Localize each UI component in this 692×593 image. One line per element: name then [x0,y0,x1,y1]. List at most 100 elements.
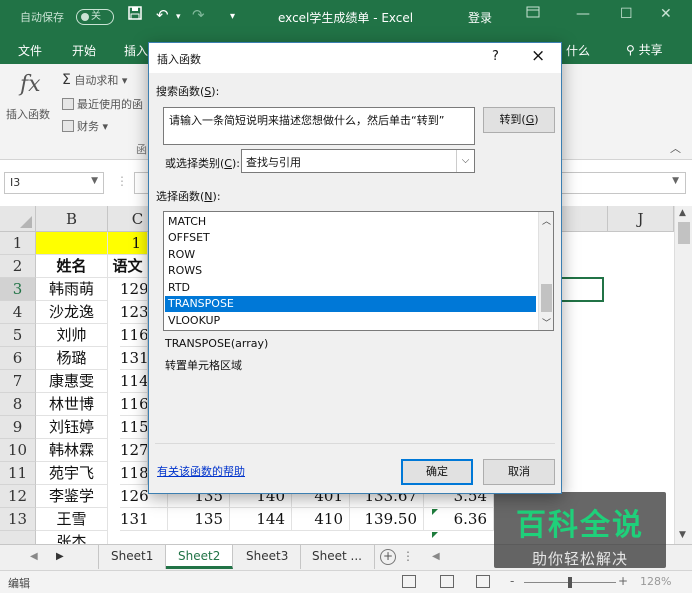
login-link[interactable]: 登录 [468,9,492,26]
undo-icon[interactable]: ↶ [156,6,169,24]
select-all-corner[interactable] [0,206,36,232]
cell-name[interactable]: 刘帅 [36,324,108,347]
cell-average[interactable]: 139.50 [350,508,424,531]
cell-score[interactable]: 123 [120,301,148,324]
cell-score[interactable]: 131 [120,508,168,531]
vertical-scrollbar[interactable]: ▲ ▼ [674,206,692,544]
cell-score[interactable]: 116 [120,393,148,416]
scroll-up-icon[interactable]: ▲ [679,208,686,218]
row-header[interactable]: 8 [0,393,36,416]
row-header[interactable]: 10 [0,439,36,462]
cell-score[interactable]: 144 [230,508,292,531]
goto-button[interactable]: 转到(G) [483,107,555,133]
cell-name-partial[interactable]: 张杰 [36,531,108,544]
cell-name[interactable]: 韩雨萌 [36,278,108,301]
ok-button[interactable]: 确定 [401,459,473,485]
cell-name[interactable]: 韩林霖 [36,439,108,462]
column-header-b[interactable]: B [36,206,108,232]
cell-score[interactable]: 118 [120,462,148,485]
function-item-match[interactable]: MATCH [165,214,536,230]
row-header[interactable]: 12 [0,485,36,508]
customize-icon[interactable]: ▾ [230,11,235,22]
row-header-selected[interactable]: 3 [0,278,36,301]
row-header[interactable] [0,531,36,544]
name-box[interactable]: I3 ▼ [4,172,104,194]
row-header[interactable]: 5 [0,324,36,347]
tab-file[interactable]: 文件 [18,42,42,59]
function-list[interactable]: MATCH OFFSET ROW ROWS RTD TRANSPOSE VLOO… [163,211,554,331]
function-item-row[interactable]: ROW [165,247,536,263]
row-header[interactable]: 13 [0,508,36,531]
zoom-out-button[interactable]: - [510,574,514,588]
cell-name[interactable]: 王雪 [36,508,108,531]
insert-function-icon[interactable]: fx [20,72,41,97]
help-icon[interactable]: ? [492,49,499,64]
scroll-up-icon[interactable]: ︿ [542,214,551,227]
dialog-title-bar[interactable]: 插入函数 ? × [149,43,561,73]
tab-options-icon[interactable]: ⋮ [402,549,414,563]
tab-sheet2[interactable]: Sheet2 [166,545,234,569]
row-header[interactable]: 9 [0,416,36,439]
scroll-down-icon[interactable]: ▼ [679,530,686,540]
category-select[interactable]: 查找与引用 ⌵ [241,149,475,173]
close-icon[interactable]: ✕ [660,6,672,22]
row-header[interactable]: 4 [0,301,36,324]
page-break-icon[interactable] [476,575,490,588]
cell-b1[interactable] [36,232,108,255]
tab-sheet3[interactable]: Sheet3 [234,545,302,569]
cell-name[interactable]: 康惠雯 [36,370,108,393]
expand-formula-icon[interactable]: ▼ [672,176,679,186]
row-header[interactable]: 7 [0,370,36,393]
cell-score[interactable]: 116 [120,324,148,347]
cancel-button[interactable]: 取消 [483,459,555,485]
insert-function-label[interactable]: 插入函数 [6,106,50,122]
normal-view-icon[interactable] [402,575,416,588]
row-header[interactable]: 6 [0,347,36,370]
cell-name[interactable]: 沙龙逸 [36,301,108,324]
minimize-icon[interactable]: — [576,6,590,22]
page-layout-icon[interactable] [440,575,454,588]
function-item-vlookup[interactable]: VLOOKUP [165,313,536,329]
cell-name[interactable]: 林世博 [36,393,108,416]
row-header[interactable]: 2 [0,255,36,278]
add-sheet-button[interactable]: + [380,549,396,565]
tell-me-box[interactable]: 什么 [566,42,590,59]
recent-functions-button[interactable]: 最近使用的函 [62,96,143,112]
tab-more-sheets[interactable]: Sheet ... [300,545,375,569]
chevron-down-icon[interactable]: ▼ [91,176,98,186]
row-header[interactable]: 1 [0,232,36,255]
function-item-rtd[interactable]: RTD [165,280,536,296]
tab-sheet1[interactable]: Sheet1 [98,545,167,569]
cell-header-name[interactable]: 姓名 [36,255,108,278]
cell-total[interactable]: 410 [292,508,350,531]
undo-dropdown-icon[interactable]: ▾ [176,12,181,22]
prev-sheet-icon[interactable]: ◀ [30,551,38,562]
cell-score[interactable]: 135 [168,508,230,531]
finance-button[interactable]: 财务 ▾ [62,118,108,134]
function-help-link[interactable]: 有关该函数的帮助 [157,463,245,479]
column-header-j[interactable]: J [608,206,674,232]
zoom-in-button[interactable]: + [618,574,628,588]
chevron-down-icon[interactable]: ⌵ [456,150,474,172]
autosum-button[interactable]: Σ 自动求和 ▾ [62,72,127,88]
cell-header-chinese[interactable]: 语文 [108,255,148,278]
zoom-slider-knob[interactable] [568,577,572,588]
cell-score[interactable]: 115 [120,416,148,439]
autosave-toggle[interactable]: 关 [76,9,114,25]
scroll-thumb[interactable] [678,222,690,244]
cell-score[interactable]: 114 [120,370,148,393]
scroll-down-icon[interactable]: ﹀ [542,316,551,329]
function-item-offset[interactable]: OFFSET [165,230,536,246]
close-icon[interactable]: × [531,46,545,66]
cell-name[interactable]: 刘钰婷 [36,416,108,439]
zoom-percent[interactable]: 128% [640,575,671,588]
cell-score[interactable]: 127 [120,439,148,462]
scroll-thumb[interactable] [541,284,552,312]
save-icon[interactable] [128,6,142,24]
share-button[interactable]: ⚲ 共享 [620,38,669,60]
search-function-input[interactable]: 请输入一条简短说明来描述您想做什么，然后单击“转到” [163,107,475,145]
hscroll-left-icon[interactable]: ◀ [432,551,440,562]
tab-home[interactable]: 开始 [72,42,96,59]
function-list-scrollbar[interactable]: ︿ ﹀ [538,212,553,330]
function-item-transpose[interactable]: TRANSPOSE [165,296,536,312]
